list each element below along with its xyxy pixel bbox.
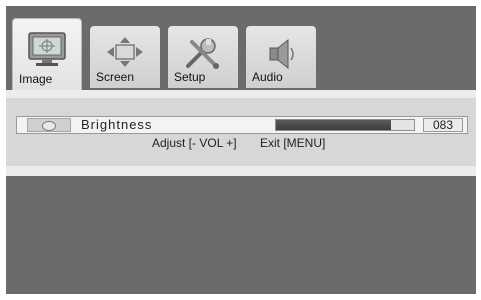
settings-panel: Brightness 083 Adjust [- VOL +] Exit [ME…: [6, 90, 476, 176]
tab-audio[interactable]: Audio: [246, 26, 316, 88]
tab-label: Audio: [252, 70, 283, 84]
brightness-slider[interactable]: [275, 119, 415, 131]
panel-band-bottom: [6, 166, 476, 176]
brightness-slider-fill: [276, 120, 391, 130]
adjust-hint: Adjust [- VOL +]: [152, 136, 237, 150]
arrows-icon: [107, 37, 143, 67]
tab-label: Image: [19, 72, 53, 86]
brightness-row[interactable]: Brightness 083: [16, 116, 468, 134]
speaker-icon: [269, 38, 294, 70]
tab-label: Setup: [174, 70, 206, 84]
tab-image[interactable]: Image: [12, 18, 82, 90]
tab-bar: Image Screen Setup Audio: [6, 18, 476, 90]
panel-band-top: [6, 90, 476, 98]
tab-label: Screen: [96, 70, 135, 84]
exit-hint: Exit [MENU]: [260, 136, 326, 150]
setting-name: Brightness: [81, 117, 153, 132]
tab-setup[interactable]: Setup: [168, 26, 238, 88]
brightness-value: 083: [423, 118, 463, 132]
monitor-icon: [28, 32, 66, 66]
sun-icon: [27, 118, 71, 132]
tools-icon: [186, 38, 219, 69]
tab-screen[interactable]: Screen: [90, 26, 160, 88]
